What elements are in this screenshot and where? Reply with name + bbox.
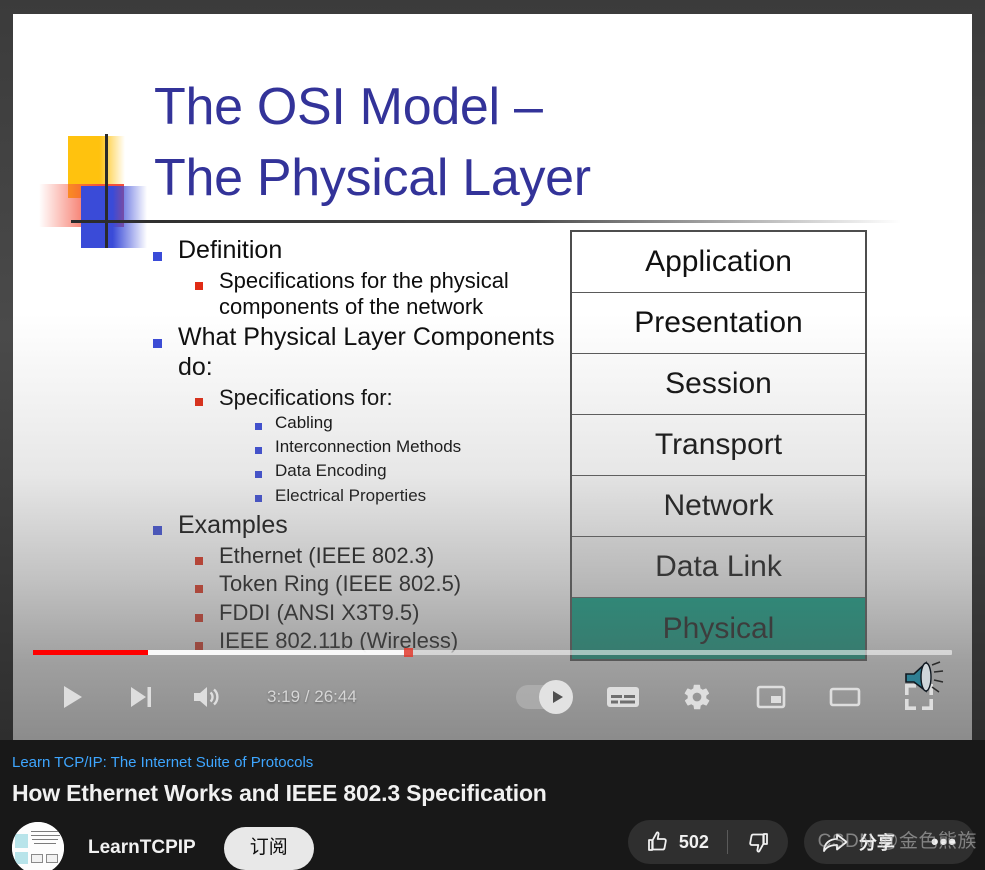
osi-layer-row: Session [572,354,865,415]
decor-blue-square [81,186,147,248]
avatar-chip [15,852,28,864]
video-surface[interactable]: The OSI Model – The Physical Layer Defin… [13,14,972,740]
progress-bar[interactable] [33,648,952,657]
theater-button[interactable] [822,674,868,720]
osi-layer-row: Data Link [572,537,865,598]
bullet-item: Data Encoding [153,460,573,482]
bullet-marker-icon [195,398,203,407]
decor-vertical-rule [105,134,108,248]
bullet-marker-icon [195,556,203,565]
bullet-item: Examples [153,511,573,540]
bullet-marker-icon [255,422,262,430]
youtube-watch-page: The OSI Model – The Physical Layer Defin… [0,0,985,870]
bullet-item: Specifications for the physical componen… [153,268,573,319]
settings-button[interactable] [674,674,720,720]
miniplayer-button[interactable] [748,674,794,720]
progress-played [33,650,148,655]
bullet-text: What Physical Layer Components do: [178,323,555,381]
video-info-section: Learn TCP/IP: The Internet Suite of Prot… [0,740,985,870]
bullet-text: Examples [178,510,288,539]
avatar-chip [15,834,28,848]
progress-hover-marker [404,648,414,657]
bullet-item: Definition [153,236,573,265]
bullet-marker-icon [153,251,162,261]
bullet-marker-icon [195,585,203,594]
dislike-button[interactable] [728,830,788,854]
bullet-text: Specifications for: [219,384,393,410]
bullet-item: Cabling [153,412,573,434]
slide-title: The OSI Model – The Physical Layer [154,78,591,207]
osi-layer-row: Presentation [572,293,865,354]
osi-layer-stack: Application Presentation Session Transpo… [570,230,867,661]
bullet-marker-icon [195,281,203,290]
subtitles-button[interactable] [600,674,646,720]
share-arrow-icon [822,833,848,852]
osi-layer-row: Transport [572,415,865,476]
decor-horizontal-rule [71,220,901,223]
bullet-item: Ethernet (IEEE 802.3) [153,543,573,569]
bullet-marker-icon [153,338,162,348]
share-label: 分享 [858,833,895,853]
bullet-marker-icon [153,526,162,536]
autoplay-knob-icon [539,680,573,714]
channel-name[interactable]: LearnTCPIP [88,837,196,859]
bullet-marker-icon [195,613,203,622]
thumbs-down-icon [749,833,768,853]
autoplay-toggle[interactable] [516,674,573,720]
bullet-text: Definition [178,236,283,264]
bullet-text: Ethernet (IEEE 802.3) [219,542,435,568]
slide-bullet-list: Definition Specifications for the physic… [153,232,573,654]
bullet-marker-icon [255,495,262,503]
bullet-text: Electrical Properties [275,485,427,505]
bullet-text: Cabling [275,413,333,433]
bullet-text: Interconnection Methods [275,437,462,457]
like-button[interactable]: 502 [628,830,727,854]
bullet-text: Specifications for the physical componen… [219,268,509,319]
bullet-item: Specifications for: [153,385,573,411]
like-count: 502 [678,831,709,852]
player-controls[interactable]: 3:19 / 26:44 [13,644,972,740]
next-button[interactable] [117,674,163,720]
bullet-item: FDDI (ANSI X3T9.5) [153,600,573,626]
more-actions-button[interactable]: ••• [913,829,975,855]
presentation-slide: The OSI Model – The Physical Layer Defin… [13,14,972,740]
bullet-text: Data Encoding [275,461,387,481]
video-player[interactable]: The OSI Model – The Physical Layer Defin… [0,0,985,740]
thumbs-up-icon [647,831,667,851]
bullet-item: Token Ring (IEEE 802.5) [153,571,573,597]
bullet-text: Token Ring (IEEE 802.5) [219,571,462,597]
playlist-link[interactable]: Learn TCP/IP: The Internet Suite of Prot… [12,754,985,771]
bullet-marker-icon [255,446,262,454]
channel-avatar[interactable] [12,822,64,870]
subscribe-button[interactable]: 订阅 [223,826,314,870]
like-dislike-group: 502 [627,820,788,864]
bullet-item: Electrical Properties [153,485,573,507]
fullscreen-button[interactable] [896,674,942,720]
osi-layer-row: Network [572,476,865,537]
share-more-group: 分享 ••• [803,820,975,864]
bullet-text: FDDI (ANSI X3T9.5) [219,599,420,625]
action-buttons: 502 分享 ••• [627,820,975,864]
osi-layer-row: Application [572,232,865,293]
bullet-item: Interconnection Methods [153,436,573,458]
time-display: 3:19 / 26:44 [267,687,357,706]
bullet-item: What Physical Layer Components do: [153,323,573,382]
volume-button[interactable] [185,674,231,720]
share-button[interactable]: 分享 [804,829,913,855]
bullet-marker-icon [255,471,262,479]
play-button[interactable] [49,674,95,720]
video-title: How Ethernet Works and IEEE 802.3 Specif… [12,780,547,806]
